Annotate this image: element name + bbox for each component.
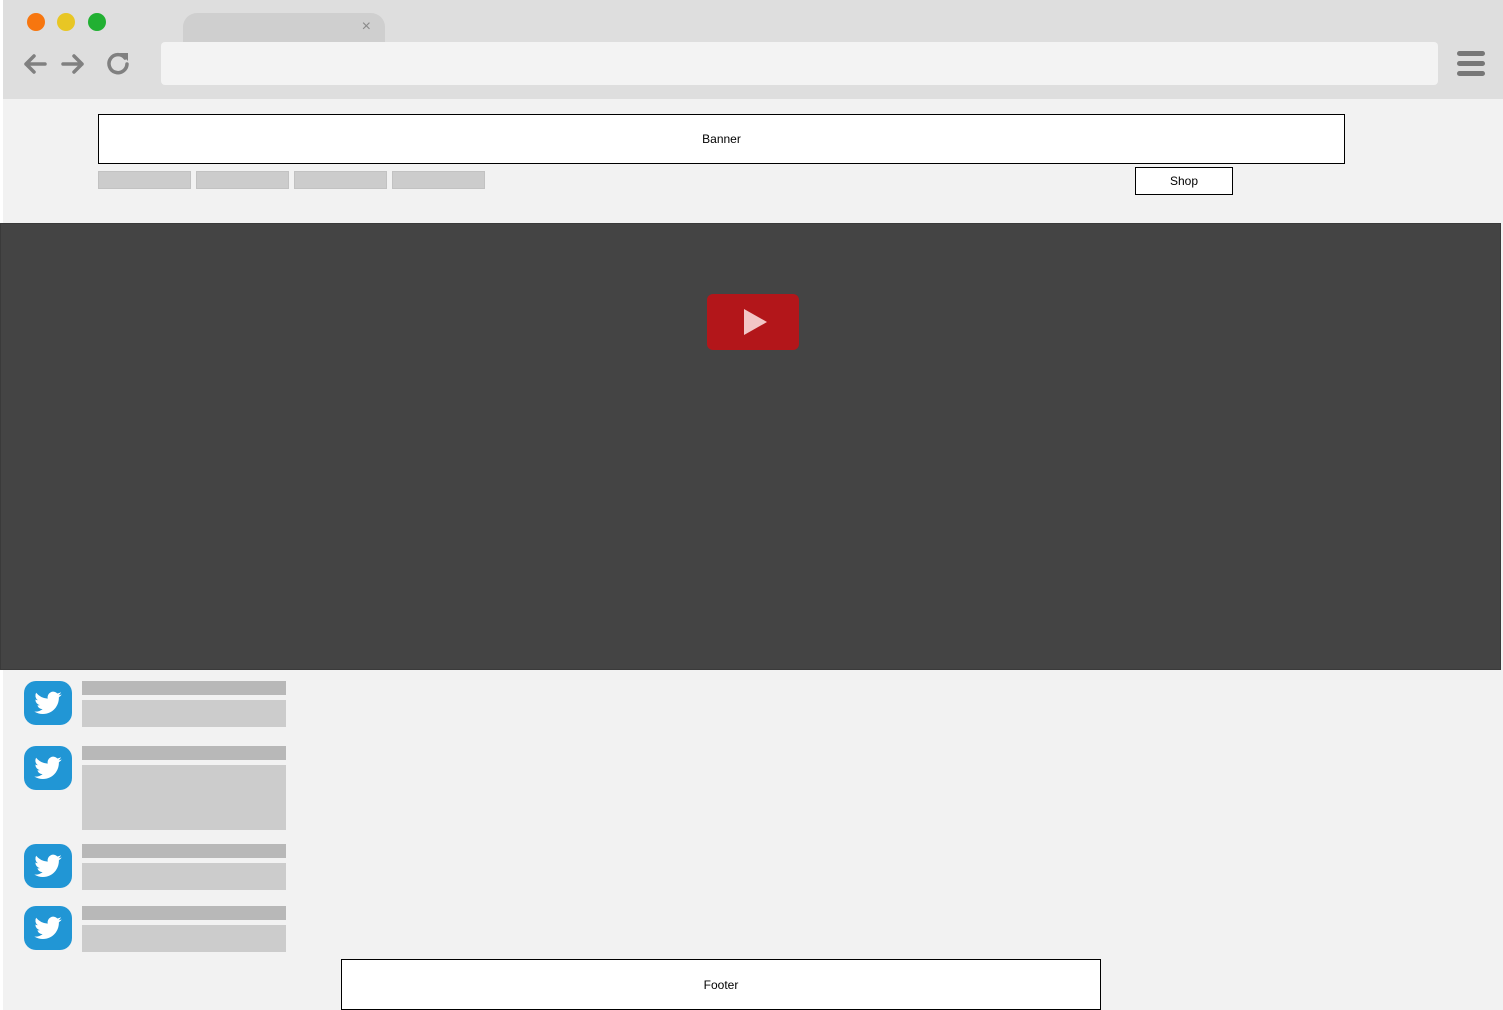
nav-tab-4[interactable] [392,171,485,189]
arrow-left-icon[interactable] [21,50,49,78]
nav-tab-1[interactable] [98,171,191,189]
twitter-icon[interactable] [24,746,72,790]
tweet-body-placeholder [82,863,286,890]
tweet-body-placeholder [82,925,286,952]
footer: Footer [341,959,1101,1010]
browser-tab[interactable]: × [183,13,385,42]
twitter-icon[interactable] [24,906,72,950]
play-button[interactable] [707,294,799,350]
reload-icon[interactable] [104,50,132,78]
nav-tab-2[interactable] [196,171,289,189]
tweet-body-placeholder [82,700,286,727]
tweet-title-placeholder [82,906,286,920]
nav-tab-3[interactable] [294,171,387,189]
page-viewport: Banner Shop Footer [0,99,1503,1010]
shop-button[interactable]: Shop [1135,167,1233,195]
tweet-title-placeholder [82,844,286,858]
address-bar[interactable] [161,42,1438,85]
tweet-title-placeholder [82,681,286,695]
browser-chrome: × [3,0,1503,99]
play-icon [744,309,767,335]
footer-label: Footer [703,977,739,992]
browser-window: × Banner Shop Footer [0,0,1503,1010]
hamburger-menu-icon[interactable] [1456,50,1486,78]
tab-close-icon[interactable]: × [362,17,371,37]
shop-button-label: Shop [1169,174,1199,188]
tweet-body-placeholder [82,765,286,830]
minimize-window-button[interactable] [57,13,75,31]
maximize-window-button[interactable] [88,13,106,31]
arrow-right-icon[interactable] [59,50,87,78]
video-player[interactable] [0,223,1501,670]
close-window-button[interactable] [27,13,45,31]
twitter-icon[interactable] [24,681,72,725]
banner-label: Banner [702,132,741,146]
tweet-title-placeholder [82,746,286,760]
twitter-icon[interactable] [24,844,72,888]
banner: Banner [98,114,1345,164]
